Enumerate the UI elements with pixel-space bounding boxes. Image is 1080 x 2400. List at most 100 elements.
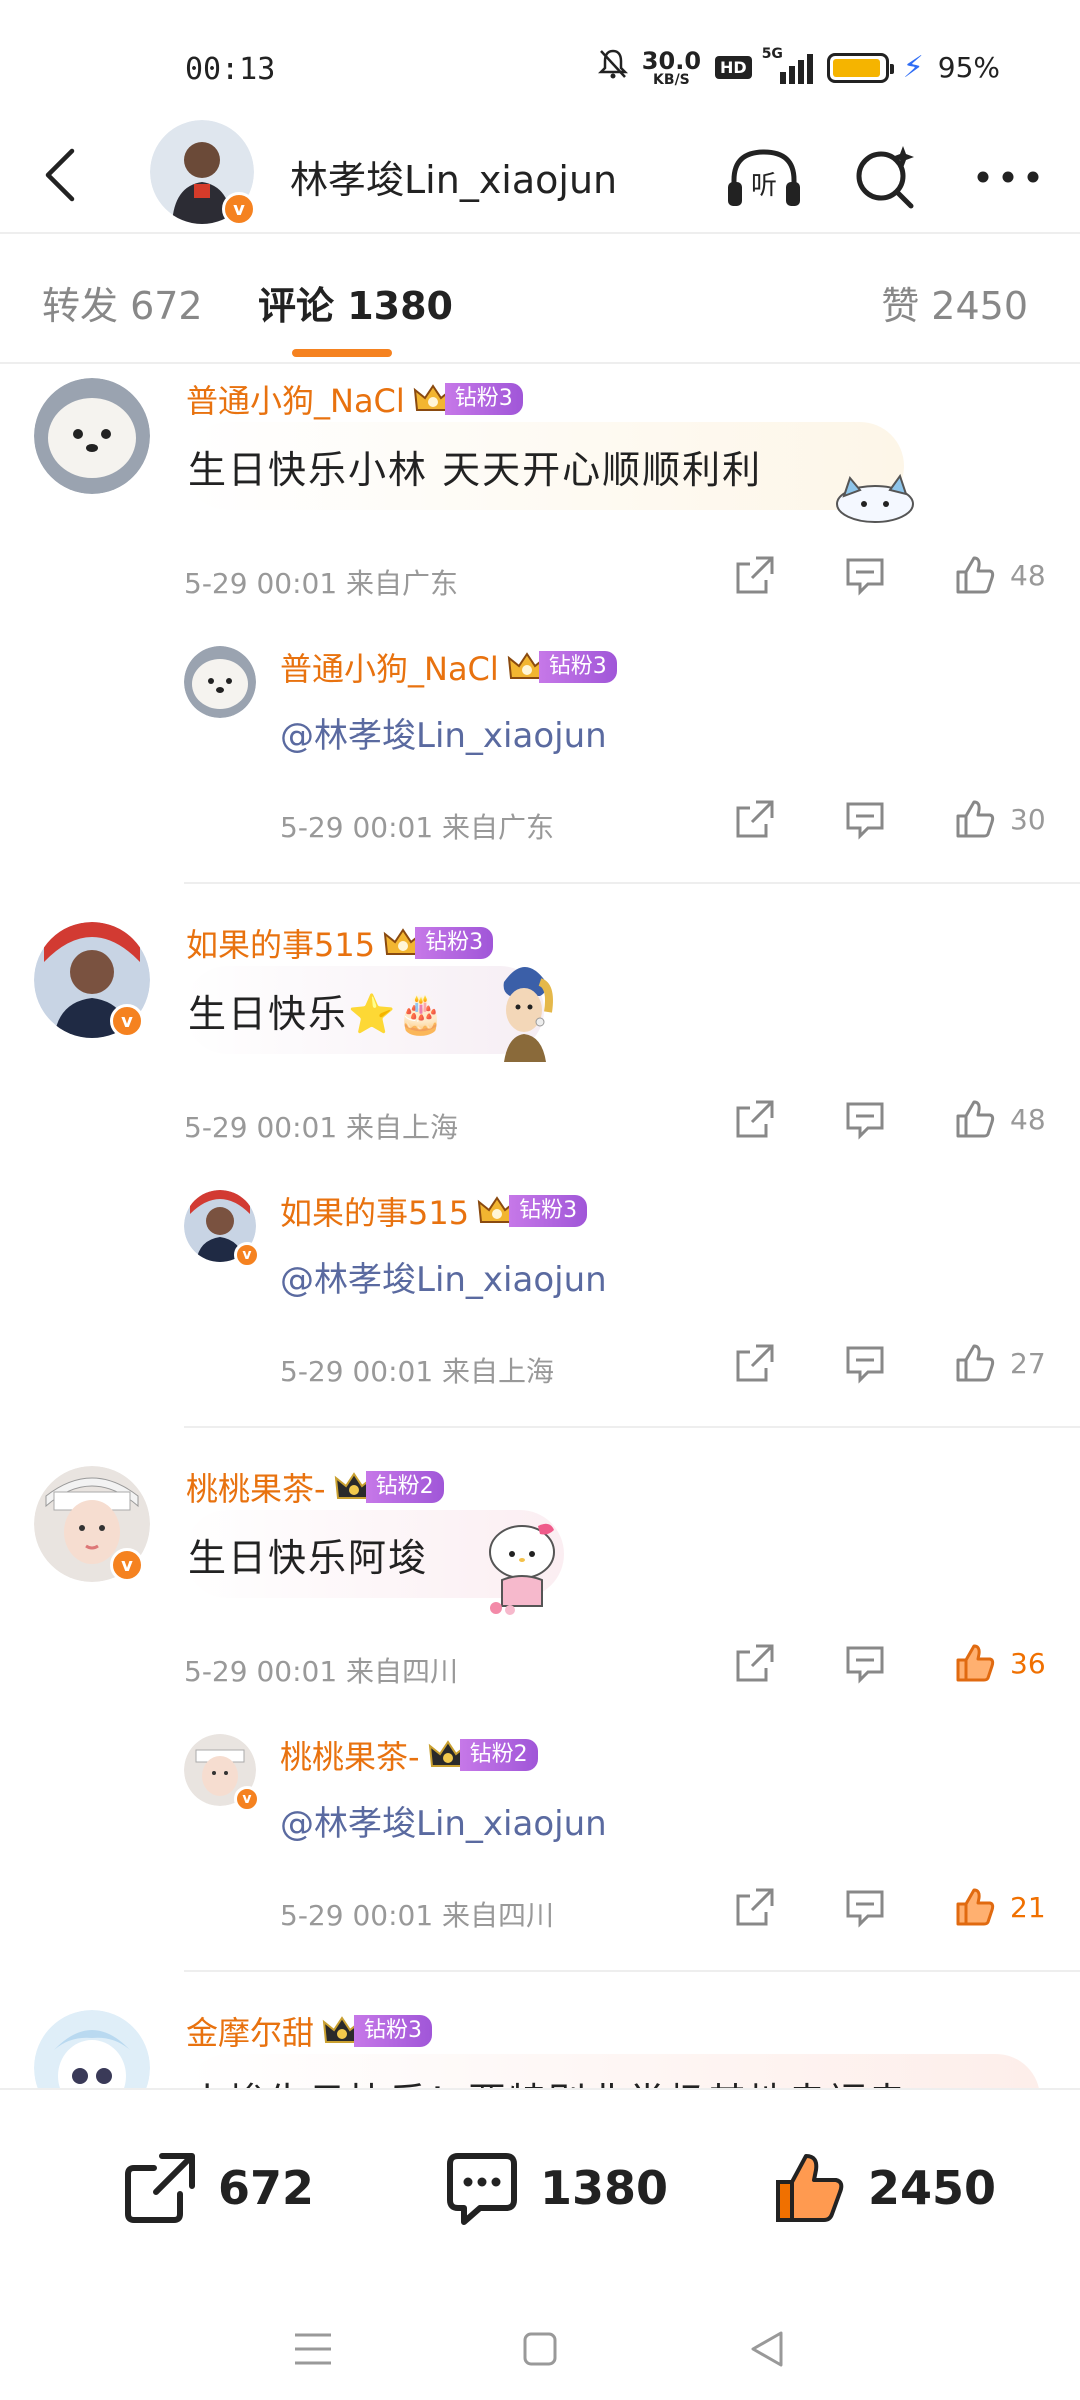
tab-bar: 转发 672 评论 1380 赞 2450 xyxy=(0,265,1080,357)
verified-badge: v xyxy=(110,1548,144,1582)
tab-repost[interactable]: 转发 672 xyxy=(42,275,203,330)
share-button[interactable] xyxy=(732,552,778,598)
share-icon xyxy=(736,1100,774,1138)
share-button[interactable] xyxy=(732,1640,778,1686)
reply-icon xyxy=(846,1890,884,1928)
like-button[interactable] xyxy=(952,796,998,842)
reply-button[interactable] xyxy=(842,796,888,842)
comment-list: 普通小狗_NaCl 钻粉3 生日快乐小林 天天开心顺顺利利 5-29 00:01… xyxy=(0,368,1080,2088)
comment-count: 1380 xyxy=(540,2161,669,2215)
back-arrow-icon xyxy=(45,148,75,202)
like-button[interactable] xyxy=(952,1884,998,1930)
share-button[interactable] xyxy=(732,796,778,842)
back-triangle-icon xyxy=(751,2331,783,2367)
like-count: 2450 xyxy=(868,2161,997,2215)
battery-percent: 95% xyxy=(937,51,1000,84)
username[interactable]: 如果的事515 xyxy=(186,920,375,966)
verified-badge: v xyxy=(110,1004,144,1038)
status-time: 00:13 xyxy=(185,52,276,87)
avatar[interactable] xyxy=(34,378,150,494)
status-indicators: 30.0 KB/S HD 5G ⚡ 95% xyxy=(597,46,1000,87)
like-button[interactable] xyxy=(952,1640,998,1686)
nav-back-button[interactable] xyxy=(737,2319,797,2379)
repost-action[interactable]: 672 xyxy=(122,2150,314,2226)
like-icon xyxy=(956,1344,995,1382)
reply-button[interactable] xyxy=(842,1340,888,1386)
svg-text:听: 听 xyxy=(751,171,777,201)
comment-actions: 48 xyxy=(732,1096,1050,1142)
search-sparkle-icon xyxy=(856,146,914,209)
comment-action[interactable]: 1380 xyxy=(444,2150,668,2226)
mention-link[interactable]: @林孝埈Lin_xiaojun xyxy=(280,1252,607,1301)
author-name[interactable]: 林孝埈Lin_xiaojun xyxy=(290,149,617,204)
avatar[interactable] xyxy=(184,646,256,718)
username-row: 普通小狗_NaCl 钻粉3 xyxy=(280,644,617,690)
comment-meta: 5-29 00:01 来自四川 xyxy=(280,1899,555,1932)
nav-home-button[interactable] xyxy=(510,2319,570,2379)
nav-menu-button[interactable] xyxy=(283,2319,343,2379)
reply-button[interactable] xyxy=(842,1640,888,1686)
comment-actions: 21 xyxy=(732,1884,1050,1930)
avatar[interactable] xyxy=(34,2010,150,2088)
share-icon xyxy=(125,2153,195,2223)
system-nav-bar xyxy=(0,2298,1080,2400)
share-button[interactable] xyxy=(732,1884,778,1930)
home-square-icon xyxy=(523,2332,557,2366)
more-button[interactable] xyxy=(966,135,1050,219)
comment-actions: 48 xyxy=(732,552,1050,598)
like-button[interactable] xyxy=(952,552,998,598)
username[interactable]: 如果的事515 xyxy=(280,1188,469,1234)
pearl-earring-girl-sticker-icon xyxy=(503,967,553,1062)
like-button[interactable] xyxy=(952,1096,998,1142)
comment-actions: 27 xyxy=(732,1340,1050,1386)
tab-comment[interactable]: 评论 1380 xyxy=(258,275,453,330)
share-icon xyxy=(736,1888,774,1926)
like-button[interactable] xyxy=(952,1340,998,1386)
bottom-action-bar: 672 1380 2450 xyxy=(0,2088,1080,2298)
username[interactable]: 金摩尔甜 xyxy=(186,2008,314,2054)
like-icon xyxy=(956,1100,995,1138)
hello-kitty-sticker-icon xyxy=(489,1523,555,1615)
charging-icon: ⚡ xyxy=(902,50,924,85)
fan-badge: 钻粉3 xyxy=(383,926,494,960)
comment-bubble: 小埈生日快乐！要特别非常极其地幸福幸 xyxy=(184,2054,1040,2088)
mention-link[interactable]: @林孝埈Lin_xiaojun xyxy=(280,708,607,757)
share-button[interactable] xyxy=(732,1096,778,1142)
like-count: 30 xyxy=(1010,802,1046,836)
verified-badge: v xyxy=(222,192,256,226)
username[interactable]: 普通小狗_NaCl xyxy=(186,376,405,422)
username[interactable]: 普通小狗_NaCl xyxy=(280,644,499,690)
reply-button[interactable] xyxy=(842,1884,888,1930)
like-icon xyxy=(956,800,995,838)
username[interactable]: 桃桃果茶- xyxy=(186,1464,326,1510)
share-button[interactable] xyxy=(732,1340,778,1386)
like-count: 36 xyxy=(1010,1646,1046,1680)
mention-link[interactable]: @林孝埈Lin_xiaojun xyxy=(280,1796,607,1845)
comment-separator xyxy=(184,1426,1080,1428)
fan-badge: 钻粉2 xyxy=(334,1470,444,1504)
tab-like[interactable]: 赞 2450 xyxy=(881,275,1028,330)
like-action[interactable]: 2450 xyxy=(772,2150,996,2226)
username-row: 如果的事515 钻粉3 xyxy=(280,1188,588,1234)
back-button[interactable] xyxy=(30,135,90,215)
headphones-listen-icon: 听 xyxy=(728,149,800,206)
comment-text: 生日快乐小林 天天开心顺顺利利 xyxy=(188,447,763,492)
reply-button[interactable] xyxy=(842,552,888,598)
reply-icon xyxy=(846,1102,884,1140)
like-count: 27 xyxy=(1010,1346,1046,1380)
comment-separator xyxy=(184,1970,1080,1972)
signal-icon: 5G xyxy=(762,46,813,84)
reply-button[interactable] xyxy=(842,1096,888,1142)
hd-badge: HD xyxy=(715,56,752,79)
username[interactable]: 桃桃果茶- xyxy=(280,1732,420,1778)
verified-badge: v xyxy=(234,1242,260,1268)
tab-active-indicator xyxy=(292,349,392,357)
comment-separator xyxy=(184,882,1080,884)
cat-sticker-icon xyxy=(836,473,914,523)
listen-button[interactable]: 听 xyxy=(722,135,806,219)
verified-badge: v xyxy=(234,1786,260,1812)
search-button[interactable] xyxy=(844,135,928,219)
like-filled-icon xyxy=(776,2154,844,2222)
like-count: 48 xyxy=(1010,558,1046,592)
comment-actions: 30 xyxy=(732,796,1050,842)
